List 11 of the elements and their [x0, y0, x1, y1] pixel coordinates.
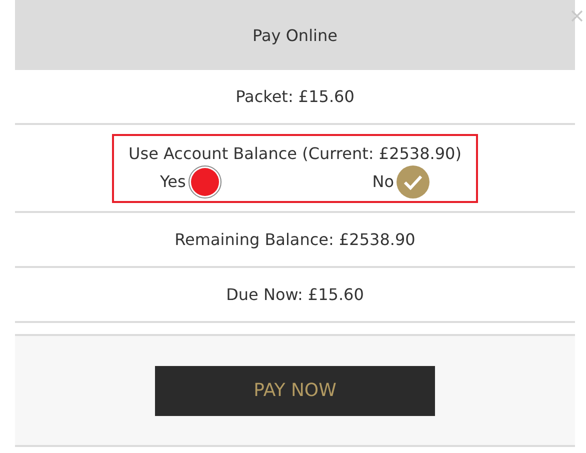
pay-now-button[interactable]: PAY NOW — [155, 366, 435, 416]
radio-button[interactable] — [188, 164, 222, 198]
option-label: Yes — [160, 172, 186, 191]
option-label: No — [372, 172, 394, 191]
checked-radio[interactable] — [396, 164, 430, 198]
remaining-balance: Remaining Balance: £2538.90 — [174, 230, 416, 249]
close-icon[interactable] — [571, 10, 583, 22]
packet-price: Packet: £15.60 — [236, 87, 354, 106]
due-now: Due Now: £15.60 — [226, 285, 364, 304]
dialog-title: Pay Online — [252, 26, 338, 44]
balance-question: Use Account Balance (Current: £2538.90) — [128, 144, 462, 162]
